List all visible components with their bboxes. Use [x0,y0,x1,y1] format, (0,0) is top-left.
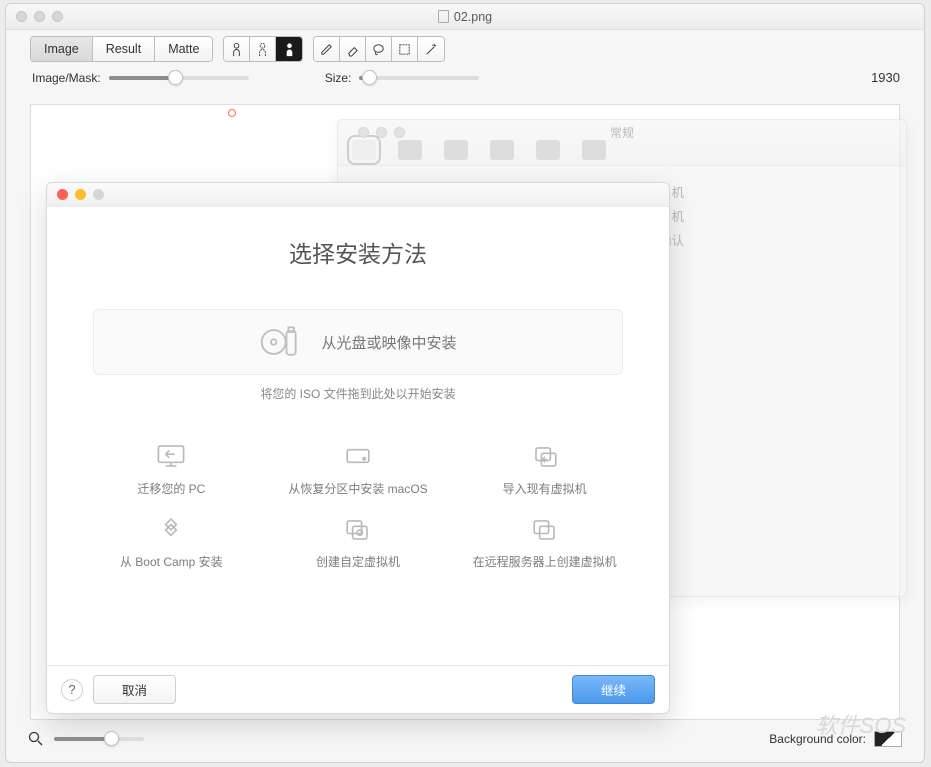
tab-result[interactable]: Result [93,37,155,61]
tab-matte[interactable]: Matte [155,37,212,61]
drop-subtitle: 将您的 ISO 文件拖到此处以开始安装 [47,385,669,402]
minimize-icon[interactable] [75,189,86,200]
titlebar: 02.png [6,4,924,30]
bgcolor-swatch[interactable] [874,731,902,747]
prefs-tab-2-icon [398,140,422,160]
close-icon[interactable] [57,189,68,200]
size-value: 1930 [871,70,900,85]
toolbar: Image Result Matte [6,30,924,64]
install-method-dialog: 选择安装方法 从光盘或映像中安装 将您的 ISO 文件拖到此处以开始安装 迁移您… [46,182,670,714]
prefs-tab-5-icon [536,140,560,160]
option-migrate-pc[interactable]: 迁移您的 PC [85,438,258,501]
bottom-bar: Background color: [28,726,902,752]
mask-mode-group [223,36,303,62]
tab-image[interactable]: Image [31,37,93,61]
bootcamp-icon [153,515,189,543]
app-window: 02.png Image Result Matte Image/Mask: Si… [5,3,925,763]
prefs-title: 常规 [338,124,906,141]
drop-text: 从光盘或映像中安装 [321,332,456,353]
wand-tool-icon[interactable] [418,37,444,61]
zoom-slider[interactable] [54,737,144,741]
prefs-tab-6-icon [582,140,606,160]
option-custom-vm[interactable]: 创建自定虚拟机 [272,511,445,574]
marquee-tool-icon[interactable] [392,37,418,61]
custom-vm-icon [340,515,376,543]
imagemask-label: Image/Mask: [32,71,101,85]
file-icon [438,10,449,23]
prefs-tab-4-icon [490,140,514,160]
mask-outline-icon[interactable] [224,37,250,61]
dialog-title: 选择安装方法 [47,235,669,269]
option-bootcamp[interactable]: 从 Boot Camp 安装 [85,511,258,574]
view-tabs: Image Result Matte [30,36,213,62]
size-slider[interactable] [359,76,479,80]
slider-row: Image/Mask: Size: 1930 [6,64,924,91]
help-button[interactable]: ? [61,679,83,701]
cursor-marker [228,109,236,117]
lasso-tool-icon[interactable] [366,37,392,61]
continue-button[interactable]: 继续 [572,675,655,704]
cancel-button[interactable]: 取消 [93,675,176,704]
size-label: Size: [325,71,352,85]
mask-solid-icon[interactable] [276,37,302,61]
option-recovery-macos[interactable]: 从恢复分区中安装 macOS [272,438,445,501]
prefs-tab-3-icon [444,140,468,160]
option-import-vm[interactable]: 导入现有虚拟机 [458,438,631,501]
drive-icon [340,442,376,470]
remote-vm-icon [527,515,563,543]
zoom-icon[interactable] [93,189,104,200]
option-remote-vm[interactable]: 在远程服务器上创建虚拟机 [458,511,631,574]
window-title: 02.png [454,10,492,24]
brush-tool-icon[interactable] [314,37,340,61]
bgcolor-label: Background color: [769,732,866,746]
disc-usb-icon [259,323,303,361]
magnifier-icon[interactable] [28,731,44,747]
prefs-tab-general-icon [352,140,376,160]
install-from-disc-option[interactable]: 从光盘或映像中安装 [93,309,623,375]
eraser-tool-icon[interactable] [340,37,366,61]
monitor-arrow-icon [153,442,189,470]
import-icon [527,442,563,470]
tools-group [313,36,445,62]
mask-dashed-icon[interactable] [250,37,276,61]
imagemask-slider[interactable] [109,76,249,80]
